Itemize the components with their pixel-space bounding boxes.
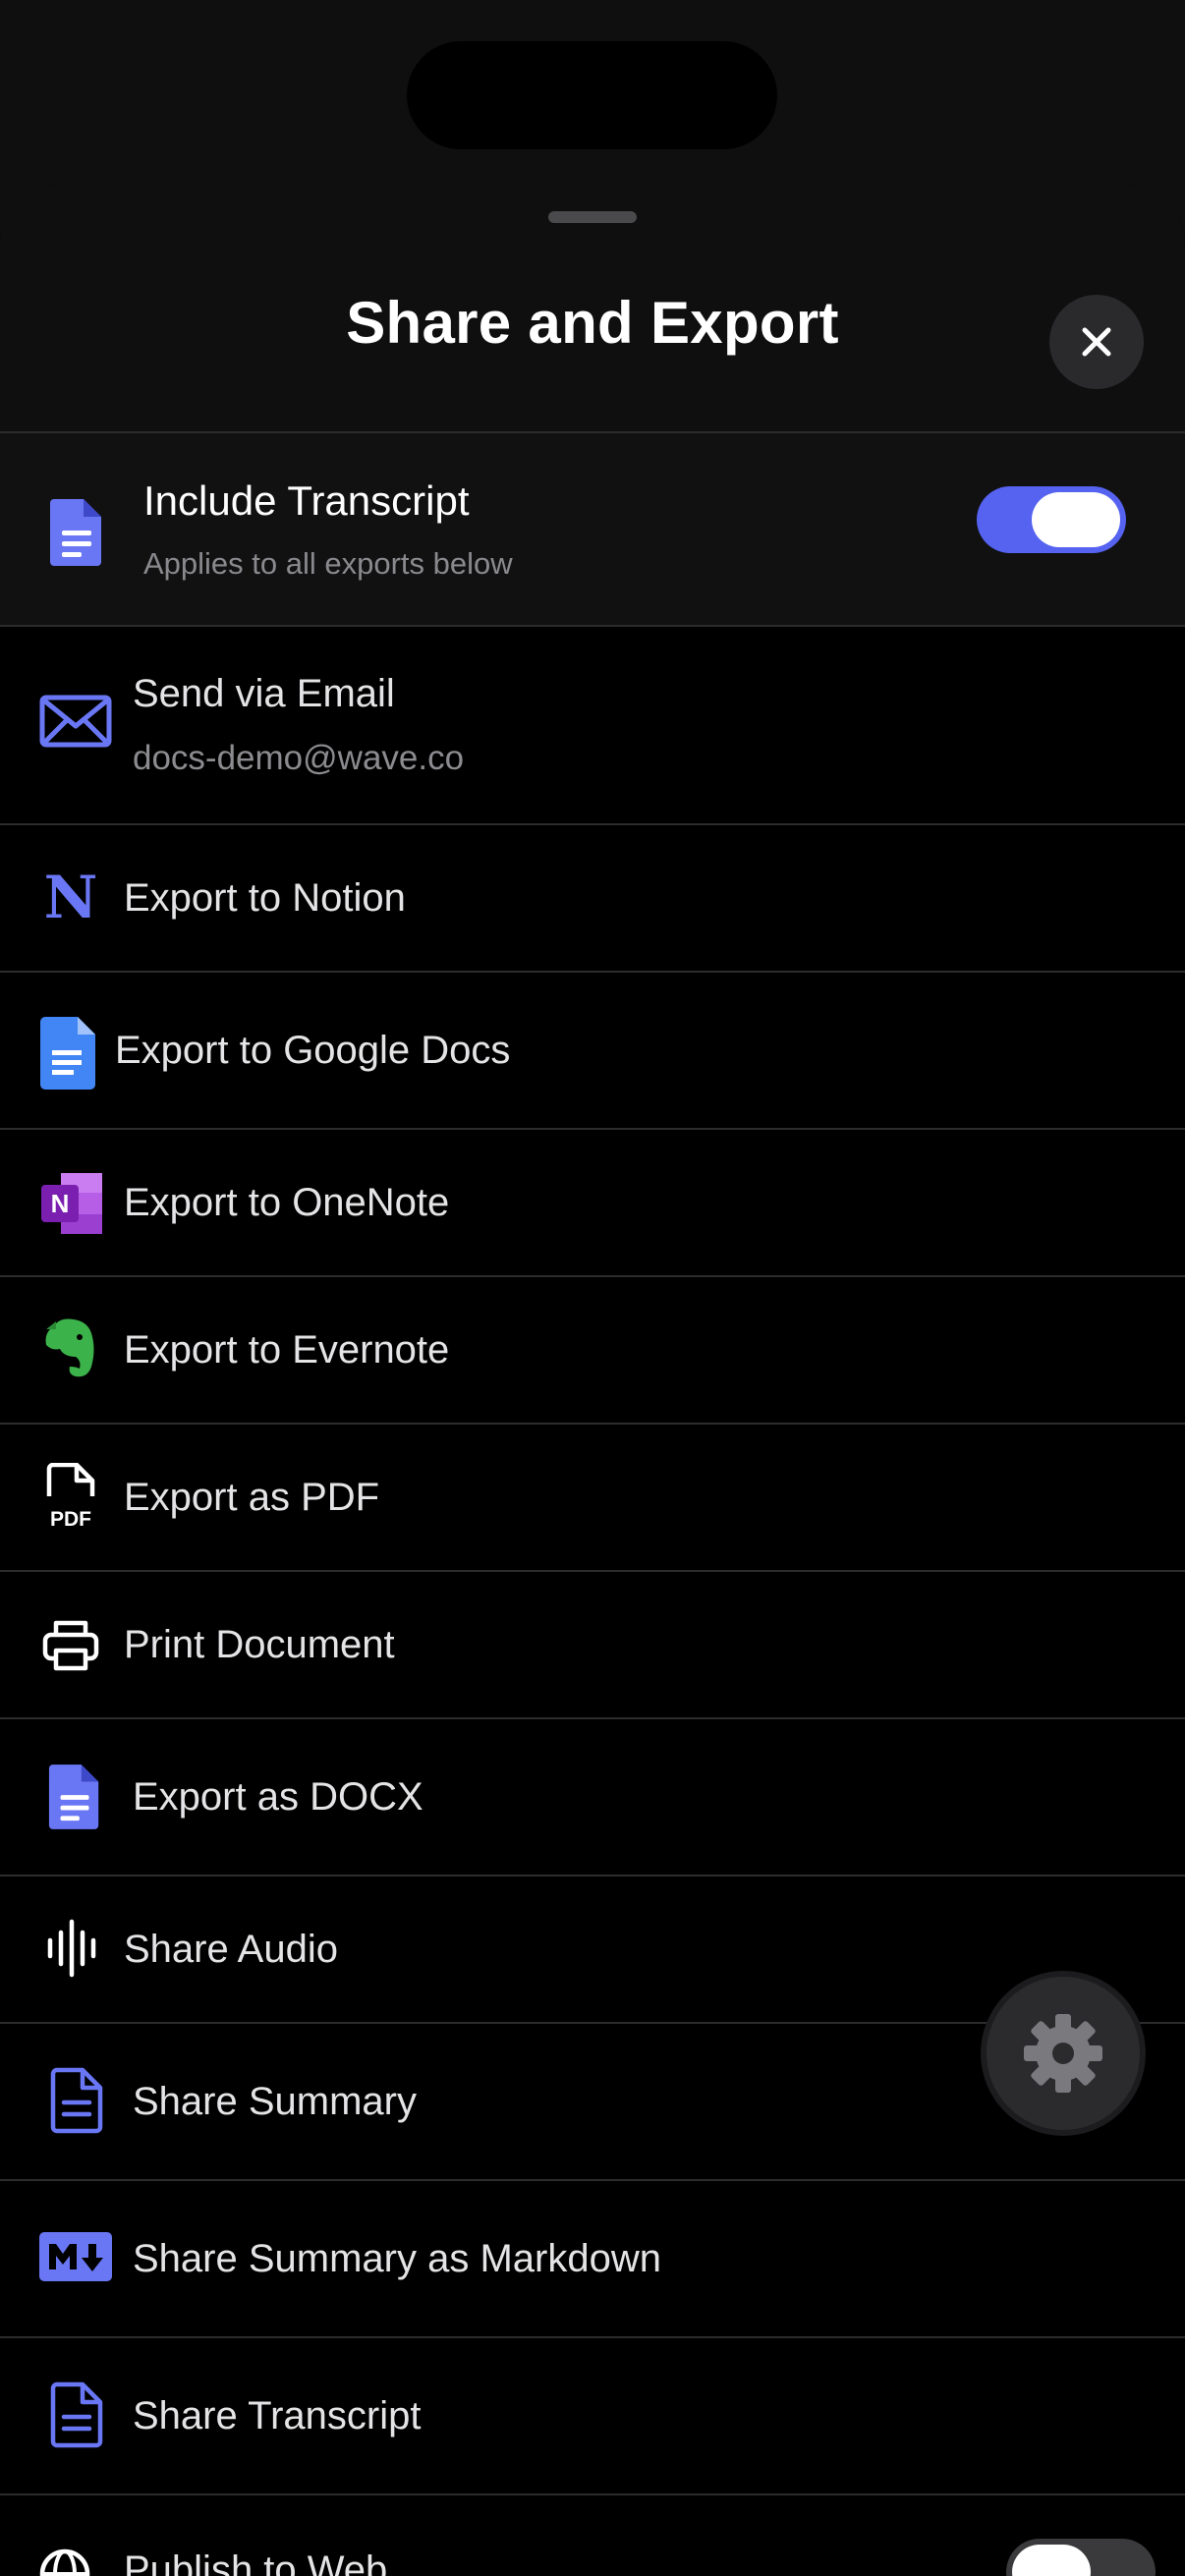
onenote-icon: N xyxy=(39,1171,104,1236)
option-label: Send via Email xyxy=(133,672,395,715)
option-row-notion[interactable]: N Export to Notion xyxy=(0,823,1185,971)
evernote-icon xyxy=(41,1316,98,1381)
option-label: Share Summary as Markdown xyxy=(133,2237,661,2280)
markdown-icon xyxy=(39,2230,112,2283)
option-label: Share Audio xyxy=(124,1928,338,1971)
option-label: Print Document xyxy=(124,1623,395,1666)
mail-icon xyxy=(39,692,112,751)
svg-text:N: N xyxy=(51,1189,70,1218)
option-row-pdf[interactable]: PDF Export as PDF xyxy=(0,1423,1185,1570)
close-button[interactable] xyxy=(1049,295,1144,389)
option-label: Export to Notion xyxy=(124,876,406,920)
option-label: Export to Evernote xyxy=(124,1328,450,1372)
option-row-transcript[interactable]: Share Transcript xyxy=(0,2336,1185,2493)
google-docs-icon xyxy=(39,1016,96,1091)
include-transcript-toggle[interactable] xyxy=(977,486,1126,553)
svg-text:PDF: PDF xyxy=(50,1508,91,1530)
sheet-header: Share and Export xyxy=(0,185,1185,432)
sheet-title: Share and Export xyxy=(346,290,839,356)
option-row-onenote[interactable]: N Export to OneNote xyxy=(0,1128,1185,1275)
option-label: Export to Google Docs xyxy=(115,1029,511,1072)
notion-icon: N xyxy=(43,864,98,932)
document-icon xyxy=(45,1761,106,1833)
gear-icon xyxy=(1024,2014,1102,2093)
option-label: Share Summary xyxy=(133,2080,417,2123)
publish-toggle[interactable] xyxy=(1006,2539,1156,2576)
pdf-icon: PDF xyxy=(43,1462,98,1531)
option-label: Export to OneNote xyxy=(124,1181,450,1224)
document-icon xyxy=(39,494,116,571)
globe-icon xyxy=(37,2547,92,2576)
document-outline-icon xyxy=(49,2065,104,2136)
include-transcript-subtitle: Applies to all exports below xyxy=(143,546,513,581)
waveform-icon xyxy=(45,1918,98,1979)
settings-button[interactable] xyxy=(987,1977,1140,2130)
camera-notch xyxy=(407,41,777,149)
share-export-sheet: Share and Export Include Transcript Appl… xyxy=(0,185,1185,2576)
toggle-knob xyxy=(1012,2545,1091,2576)
option-row-print[interactable]: Print Document xyxy=(0,1570,1185,1717)
toggle-knob xyxy=(1032,492,1120,547)
option-label: Share Transcript xyxy=(133,2394,422,2437)
email-address: docs-demo@wave.co xyxy=(133,739,465,777)
sheet-grabber[interactable] xyxy=(548,211,637,223)
option-row-google-docs[interactable]: Export to Google Docs xyxy=(0,971,1185,1128)
option-row-markdown[interactable]: Share Summary as Markdown xyxy=(0,2179,1185,2336)
printer-icon xyxy=(41,1617,100,1674)
include-transcript-row[interactable]: Include Transcript Applies to all export… xyxy=(0,431,1185,626)
option-row-docx[interactable]: Export as DOCX xyxy=(0,1717,1185,1875)
close-icon xyxy=(1082,327,1111,357)
option-label: Publish to Web xyxy=(124,2548,388,2576)
document-outline-icon xyxy=(49,2380,104,2450)
option-label: Export as DOCX xyxy=(133,1775,423,1819)
option-row-email[interactable]: Send via Email docs-demo@wave.co xyxy=(0,625,1185,823)
include-transcript-label: Include Transcript xyxy=(143,477,470,524)
option-row-evernote[interactable]: Export to Evernote xyxy=(0,1275,1185,1423)
option-label: Export as PDF xyxy=(124,1476,380,1519)
option-row-publish[interactable]: Publish to Web xyxy=(0,2493,1185,2576)
